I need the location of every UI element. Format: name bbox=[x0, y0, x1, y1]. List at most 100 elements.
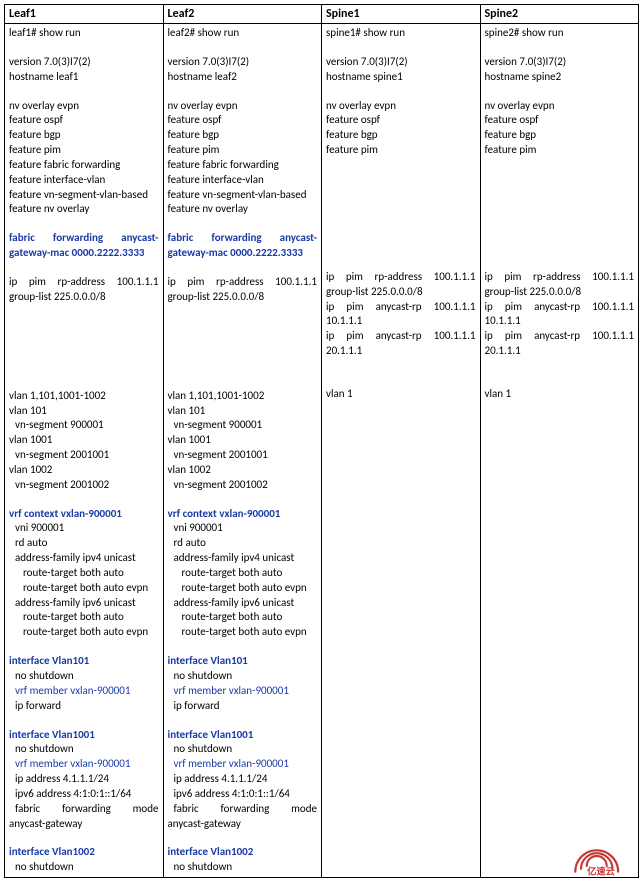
config-line: vlan 1,101,1001-1002 bbox=[168, 389, 318, 404]
config-line bbox=[485, 41, 635, 55]
config-line: feature bgp bbox=[9, 128, 159, 143]
config-line: group-list 225.0.0.0/8 bbox=[485, 285, 635, 300]
config-line bbox=[9, 831, 159, 845]
config-line bbox=[168, 375, 318, 389]
config-cell-leaf2: leaf2# show runversion 7.0(3)I7(2)hostna… bbox=[163, 24, 322, 878]
config-line: feature ospf bbox=[485, 113, 635, 128]
config-line: anycast-gateway bbox=[9, 817, 159, 832]
config-line: 20.1.1.1 bbox=[326, 344, 476, 359]
config-line: feature nv overlay bbox=[168, 202, 318, 217]
config-line bbox=[168, 85, 318, 99]
config-line: feature pim bbox=[168, 143, 318, 158]
config-line: nv overlay evpn bbox=[9, 99, 159, 114]
config-line bbox=[485, 214, 635, 228]
config-line: 10.1.1.1 bbox=[485, 314, 635, 329]
config-line: feature vn-segment-vlan-based bbox=[168, 188, 318, 203]
config-line: ip forward bbox=[168, 699, 318, 714]
config-line bbox=[168, 347, 318, 361]
config-line: fabricforwardingmode bbox=[168, 802, 318, 817]
config-line: route-target both auto bbox=[168, 566, 318, 581]
config-line: feature fabric forwarding bbox=[9, 158, 159, 173]
config-line: interface Vlan101 bbox=[9, 654, 159, 669]
config-line: version 7.0(3)I7(2) bbox=[326, 55, 476, 70]
config-line: vn-segment 2001001 bbox=[168, 448, 318, 463]
config-line: feature ospf bbox=[326, 113, 476, 128]
config-line: interface Vlan101 bbox=[168, 654, 318, 669]
config-line: ip forward bbox=[9, 699, 159, 714]
config-line: 20.1.1.1 bbox=[485, 344, 635, 359]
config-line: vni 900001 bbox=[168, 521, 318, 536]
config-line: vlan 1001 bbox=[9, 433, 159, 448]
config-line bbox=[168, 640, 318, 654]
config-line bbox=[485, 242, 635, 256]
header-row: Leaf1 Leaf2 Spine1 Spine2 bbox=[5, 5, 639, 24]
config-line: no shutdown bbox=[168, 860, 318, 875]
config-line bbox=[326, 41, 476, 55]
config-line bbox=[168, 333, 318, 347]
config-line bbox=[9, 217, 159, 231]
config-line: feature bgp bbox=[485, 128, 635, 143]
config-line bbox=[485, 228, 635, 242]
config-line bbox=[326, 228, 476, 242]
config-line bbox=[168, 217, 318, 231]
config-line: feature bgp bbox=[326, 128, 476, 143]
config-line: ip address 4.1.1.1/24 bbox=[168, 772, 318, 787]
brand-logo: 亿速云 bbox=[565, 846, 637, 876]
config-line bbox=[168, 361, 318, 375]
config-line: ipv6 address 4:1:0:1::1/64 bbox=[168, 787, 318, 802]
config-line: vlan 101 bbox=[168, 404, 318, 419]
config-line bbox=[326, 214, 476, 228]
config-line: feature fabric forwarding bbox=[168, 158, 318, 173]
config-line: ip address 4.1.1.1/24 bbox=[9, 772, 159, 787]
config-line: no shutdown bbox=[168, 669, 318, 684]
config-line bbox=[9, 261, 159, 275]
config-line bbox=[485, 85, 635, 99]
config-line: vrf member vxlan-900001 bbox=[9, 757, 159, 772]
config-line: ippimrp-address100.1.1.1 bbox=[168, 275, 318, 290]
config-line: hostname leaf1 bbox=[9, 70, 159, 85]
config-line: address-family ipv4 unicast bbox=[9, 551, 159, 566]
config-line bbox=[9, 347, 159, 361]
config-line bbox=[9, 375, 159, 389]
col-header: Spine2 bbox=[480, 5, 639, 24]
config-line: interface Vlan1002 bbox=[168, 845, 318, 860]
config-line bbox=[485, 158, 635, 172]
config-line: ippimrp-address100.1.1.1 bbox=[9, 275, 159, 290]
config-line: vrf member vxlan-900001 bbox=[168, 684, 318, 699]
config-line: nv overlay evpn bbox=[326, 99, 476, 114]
config-line bbox=[9, 319, 159, 333]
config-line: route-target both auto evpn bbox=[9, 625, 159, 640]
config-line bbox=[326, 186, 476, 200]
config-table: Leaf1 Leaf2 Spine1 Spine2 leaf1# show ru… bbox=[4, 4, 639, 878]
config-line bbox=[326, 242, 476, 256]
config-line: ippimanycast-rp100.1.1.1 bbox=[326, 329, 476, 344]
config-line: vn-segment 2001002 bbox=[168, 478, 318, 493]
config-line bbox=[485, 186, 635, 200]
config-line: interface Vlan1001 bbox=[168, 728, 318, 743]
config-line: vlan 1002 bbox=[168, 463, 318, 478]
config-line bbox=[168, 714, 318, 728]
config-line: route-target both auto evpn bbox=[168, 581, 318, 596]
config-line bbox=[9, 493, 159, 507]
config-line: route-target both auto bbox=[168, 610, 318, 625]
config-line: vrf member vxlan-900001 bbox=[168, 757, 318, 772]
config-line bbox=[326, 85, 476, 99]
config-line: no shutdown bbox=[9, 669, 159, 684]
config-line: feature ospf bbox=[168, 113, 318, 128]
config-line: vlan 1001 bbox=[168, 433, 318, 448]
config-line bbox=[168, 41, 318, 55]
config-cell-leaf1: leaf1# show run version 7.0(3)I7(2)hostna… bbox=[5, 24, 164, 878]
config-line: version 7.0(3)I7(2) bbox=[9, 55, 159, 70]
config-line: leaf1# show run bbox=[9, 26, 159, 41]
brand-logo-text: 亿速云 bbox=[587, 866, 615, 876]
config-line: address-family ipv6 unicast bbox=[168, 596, 318, 611]
config-line: vlan 1 bbox=[326, 387, 476, 402]
config-line: gateway-mac 0000.2222.3333 bbox=[9, 246, 159, 261]
config-line: spine2# show run bbox=[485, 26, 635, 41]
config-line: feature nv overlay bbox=[9, 202, 159, 217]
config-line: no shutdown bbox=[9, 742, 159, 757]
config-line bbox=[326, 200, 476, 214]
config-line: vn-segment 2001001 bbox=[9, 448, 159, 463]
config-line: leaf2# show run bbox=[168, 26, 318, 41]
config-line bbox=[168, 305, 318, 319]
